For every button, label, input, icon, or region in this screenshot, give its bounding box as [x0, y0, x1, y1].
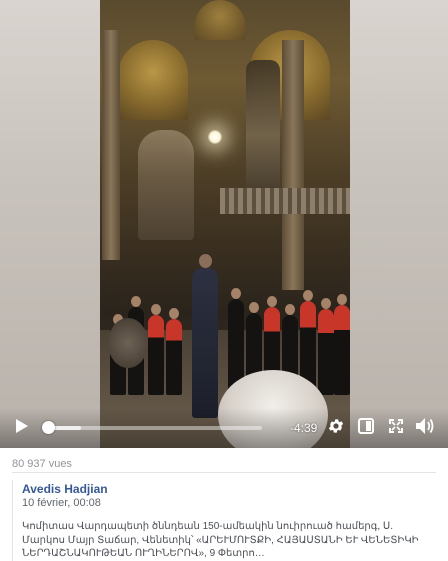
video-blur-right	[350, 0, 448, 448]
divider	[12, 472, 436, 473]
post-date[interactable]: 10 février, 00:08	[22, 497, 101, 509]
volume-button[interactable]	[414, 417, 436, 440]
audience-head	[108, 318, 148, 368]
time-remaining: -4:39	[290, 421, 318, 435]
volume-icon	[415, 417, 435, 440]
fullscreen-icon	[388, 418, 404, 439]
square-icon	[358, 417, 374, 439]
video-controls: -4:39	[0, 408, 448, 448]
balcony	[220, 188, 350, 214]
fullscreen-button[interactable]	[386, 418, 406, 438]
singer	[318, 298, 334, 395]
singer	[148, 304, 164, 395]
light-lamp	[208, 130, 222, 144]
singer	[334, 294, 350, 395]
video-frame	[100, 0, 350, 448]
post-border	[12, 480, 13, 561]
progress-scrubber[interactable]	[42, 421, 56, 434]
post-description: Կոմիտաս Վարդապետի ծննդեան 150-ամեակին նո…	[22, 521, 419, 559]
settings-button[interactable]	[326, 418, 346, 438]
mini-player-button[interactable]	[356, 417, 376, 439]
mosaic-arch	[195, 0, 245, 40]
pillar	[102, 30, 120, 260]
mosaic-arch	[118, 40, 188, 120]
gear-icon	[327, 417, 345, 440]
video-blur-left	[0, 0, 100, 448]
singer	[166, 308, 182, 395]
conductor	[192, 254, 218, 418]
author-link[interactable]: Avedis Hadjian	[22, 482, 108, 496]
pillar	[282, 40, 304, 290]
video-player[interactable]: -4:39	[0, 0, 448, 448]
play-icon	[15, 418, 29, 439]
play-button[interactable]	[12, 418, 32, 438]
view-count: 80 937 vues	[12, 458, 72, 470]
altar-canopy	[138, 130, 194, 240]
progress-bar[interactable]	[42, 421, 262, 434]
